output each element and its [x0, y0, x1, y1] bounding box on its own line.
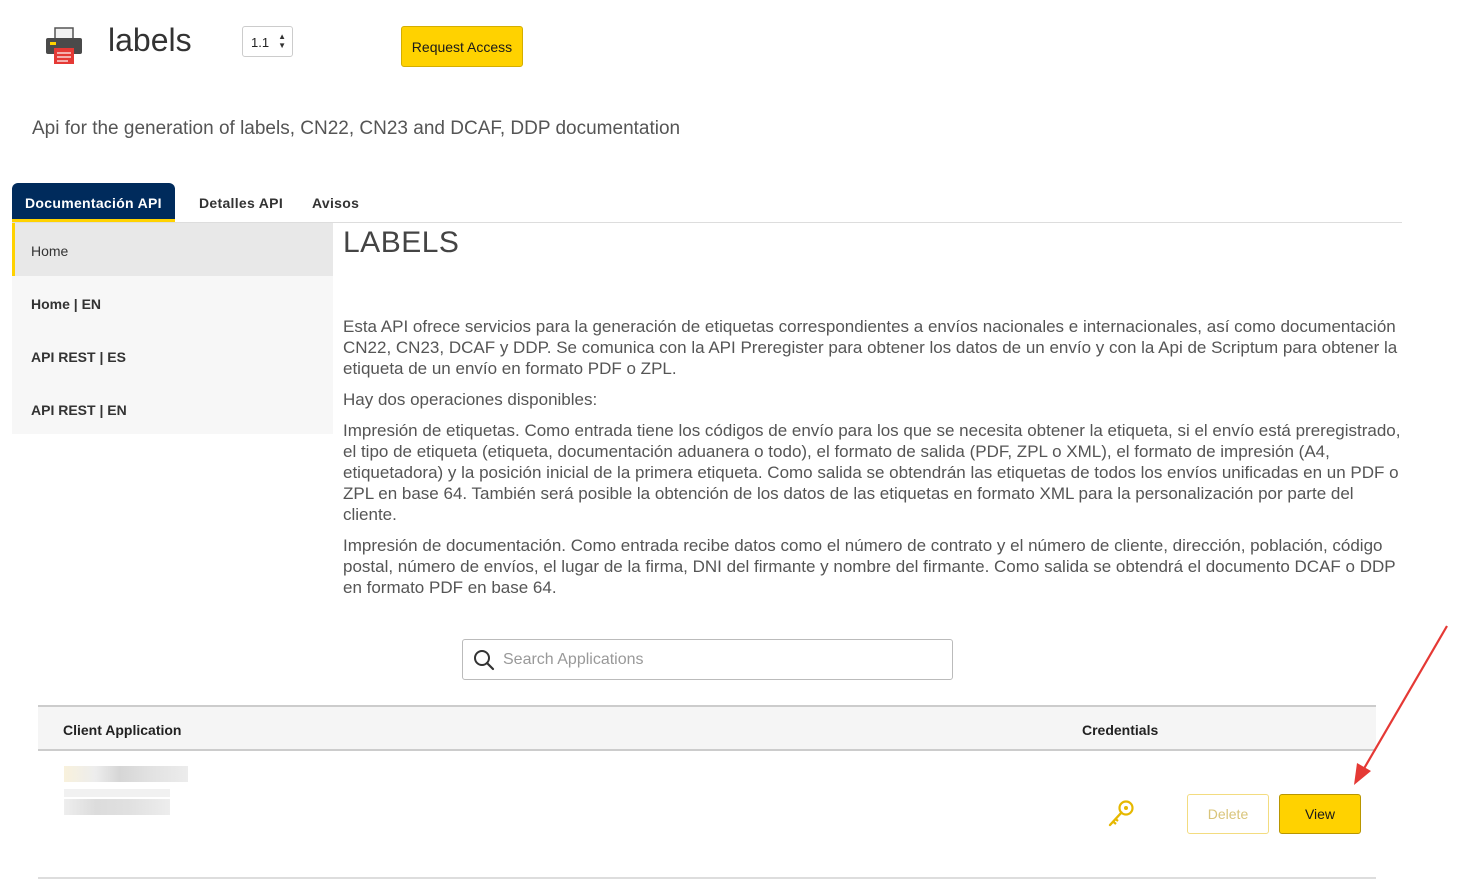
sidebar-item-home[interactable]: Home	[12, 223, 333, 276]
delete-button[interactable]: Delete	[1187, 794, 1269, 834]
search-box	[462, 639, 953, 680]
label-printing-paragraph: Impresión de etiquetas. Como entrada tie…	[343, 421, 1401, 524]
intro-paragraph: Esta API ofrece servicios para la genera…	[343, 317, 1398, 378]
app-title: labels	[108, 22, 192, 58]
tab-documentacion-api[interactable]: Documentación API	[12, 183, 175, 222]
documentation-printing-paragraph: Impresión de documentación. Como entrada…	[343, 536, 1396, 597]
page-title: LABELS	[343, 226, 460, 259]
version-value: 1.1	[251, 35, 270, 50]
table-header: Client Application Credentials	[38, 705, 1376, 751]
api-subtitle: Api for the generation of labels, CN22, …	[32, 118, 681, 139]
tab-bar: Documentación API Detalles API Avisos	[12, 183, 1402, 223]
table-row: Delete View	[38, 751, 1376, 879]
column-credentials: Credentials	[1082, 722, 1159, 738]
version-spinner-icon[interactable]: ▲ ▼	[278, 32, 286, 50]
key-icon[interactable]	[1106, 799, 1136, 829]
column-client-application: Client Application	[63, 722, 182, 738]
main-content: LABELS Esta API ofrece servicios para la…	[343, 226, 1403, 608]
sidebar-item-home-en[interactable]: Home | EN	[12, 276, 333, 329]
search-icon	[474, 650, 495, 671]
operations-paragraph: Hay dos operaciones disponibles:	[343, 390, 598, 409]
sidebar-item-api-rest-es[interactable]: API REST | ES	[12, 329, 333, 382]
tab-detalles-api[interactable]: Detalles API	[199, 183, 283, 222]
search-input[interactable]	[503, 648, 933, 672]
view-button[interactable]: View	[1279, 794, 1361, 834]
sidebar: Home Home | EN API REST | ES API REST | …	[12, 223, 333, 434]
tab-avisos[interactable]: Avisos	[312, 183, 359, 222]
arrow-annotation	[1354, 625, 1448, 785]
version-select[interactable]: 1.1 ▲ ▼	[242, 26, 293, 57]
page-header: labels 1.1 ▲ ▼ Request Access	[0, 0, 1461, 100]
printer-logo-icon	[46, 27, 82, 64]
applications-table: Client Application Credentials Delete Vi…	[38, 705, 1376, 879]
sidebar-item-api-rest-en[interactable]: API REST | EN	[12, 382, 333, 435]
request-access-button[interactable]: Request Access	[401, 26, 523, 67]
